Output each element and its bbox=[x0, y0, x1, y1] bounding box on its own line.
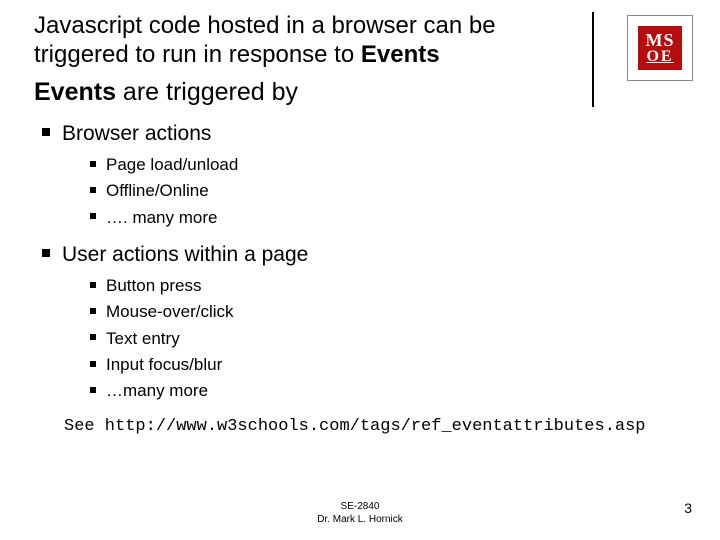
content-body: Browser actions Page load/unload Offline… bbox=[34, 116, 674, 436]
list-item: Mouse-over/click bbox=[34, 299, 674, 325]
list-item: Offline/Online bbox=[34, 178, 674, 204]
square-bullet-icon bbox=[90, 213, 96, 219]
group-1-heading: User actions within a page bbox=[62, 243, 308, 266]
title-line-2: triggered to run in response to Events bbox=[34, 41, 572, 70]
footer-author: Dr. Mark L. Hornick bbox=[317, 514, 403, 527]
item-text: Text entry bbox=[106, 329, 180, 348]
page-number: 3 bbox=[684, 500, 692, 516]
subhead: Events are triggered by bbox=[34, 78, 572, 107]
square-bullet-icon bbox=[90, 282, 96, 288]
item-text: Page load/unload bbox=[106, 155, 238, 174]
list-item: Button press bbox=[34, 273, 674, 299]
title-line-2-bold: Events bbox=[361, 41, 440, 68]
subhead-bold: Events bbox=[34, 78, 116, 106]
square-bullet-icon bbox=[90, 161, 96, 167]
bullet-browser-actions: Browser actions bbox=[34, 122, 674, 146]
group-0-heading: Browser actions bbox=[62, 122, 211, 145]
list-item: …many more bbox=[34, 378, 674, 404]
item-text: Button press bbox=[106, 276, 201, 295]
square-bullet-icon bbox=[42, 249, 50, 257]
subhead-post: are triggered by bbox=[116, 78, 298, 106]
slide: Javascript code hosted in a browser can … bbox=[0, 0, 720, 540]
title-line-1: Javascript code hosted in a browser can … bbox=[34, 12, 572, 41]
list-item: Page load/unload bbox=[34, 152, 674, 178]
item-text: …. many more bbox=[106, 208, 217, 227]
item-text: Input focus/blur bbox=[106, 355, 222, 374]
item-text: Offline/Online bbox=[106, 181, 209, 200]
square-bullet-icon bbox=[90, 387, 96, 393]
title-line-2-pre: triggered to run in response to bbox=[34, 41, 361, 68]
list-item: Input focus/blur bbox=[34, 352, 674, 378]
square-bullet-icon bbox=[90, 187, 96, 193]
list-item: …. many more bbox=[34, 205, 674, 231]
title-block: Javascript code hosted in a browser can … bbox=[34, 12, 594, 107]
square-bullet-icon bbox=[42, 128, 50, 136]
square-bullet-icon bbox=[90, 361, 96, 367]
item-text: …many more bbox=[106, 381, 208, 400]
list-item: Text entry bbox=[34, 326, 674, 352]
footer-center: SE-2840 Dr. Mark L. Hornick bbox=[317, 501, 403, 526]
footer-course: SE-2840 bbox=[317, 501, 403, 514]
see-link: See http://www.w3schools.com/tags/ref_ev… bbox=[34, 417, 674, 436]
bullet-user-actions: User actions within a page bbox=[34, 243, 674, 267]
logo-top-text: MS bbox=[646, 31, 675, 49]
item-text: Mouse-over/click bbox=[106, 302, 234, 321]
msoe-logo: MS OE bbox=[628, 16, 692, 80]
square-bullet-icon bbox=[90, 334, 96, 340]
square-bullet-icon bbox=[90, 308, 96, 314]
user-actions-sublist: Button press Mouse-over/click Text entry… bbox=[34, 273, 674, 405]
logo-bottom-text: OE bbox=[646, 49, 673, 65]
logo-inner: MS OE bbox=[638, 26, 682, 70]
browser-actions-sublist: Page load/unload Offline/Online …. many … bbox=[34, 152, 674, 231]
